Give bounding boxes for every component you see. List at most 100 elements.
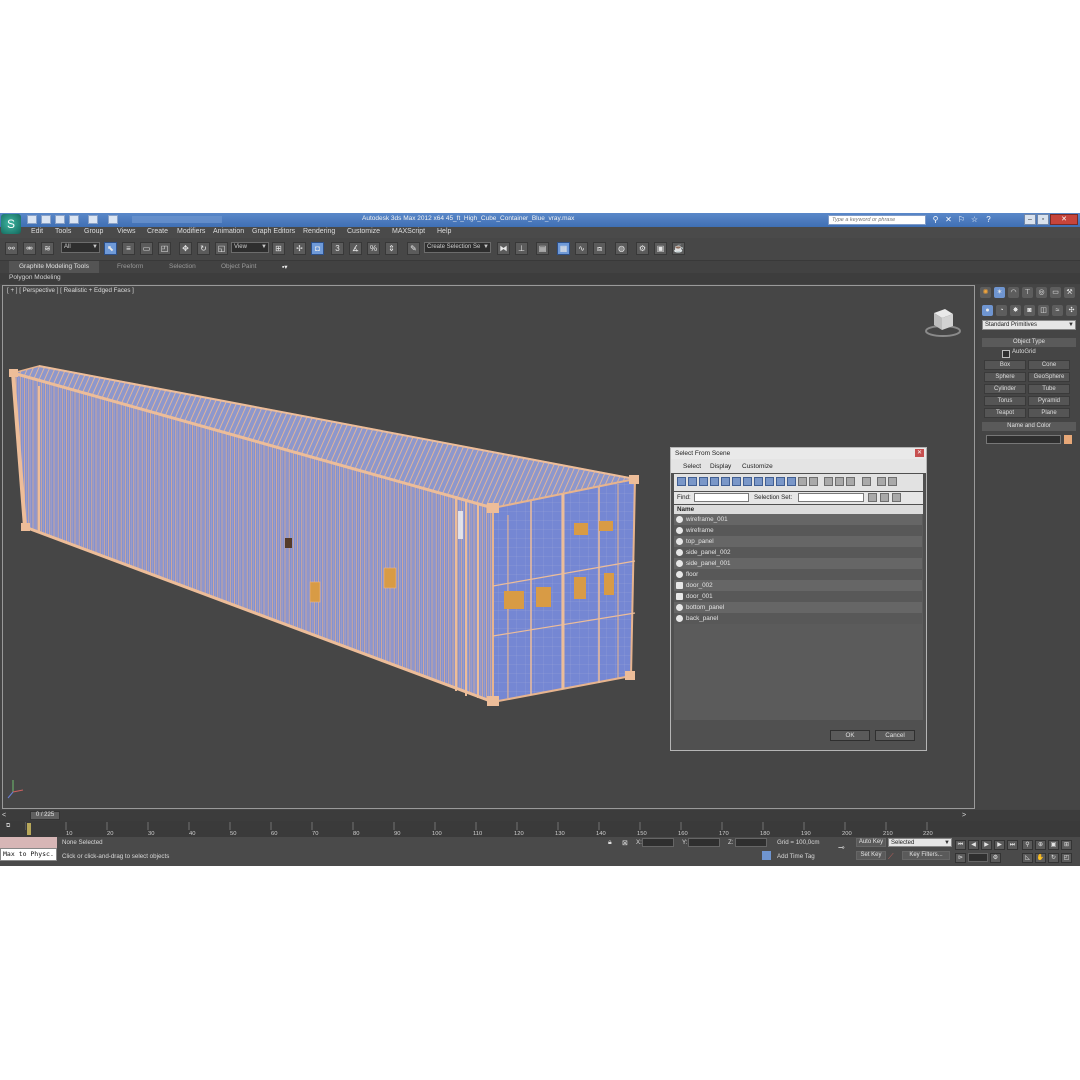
scroll-right-icon[interactable]: > <box>962 811 970 820</box>
next-frame-icon[interactable]: ▶ <box>994 840 1005 850</box>
menu-rendering[interactable]: Rendering <box>303 228 335 235</box>
menu-help[interactable]: Help <box>437 228 451 235</box>
dialog-menu-select[interactable]: Select <box>683 463 701 470</box>
tab-selection[interactable]: Selection <box>169 263 196 270</box>
curve-editor-icon[interactable]: ∿ <box>575 242 588 255</box>
list-item[interactable]: floor <box>674 569 922 580</box>
display-helpers-icon[interactable] <box>721 477 730 486</box>
column-header-name[interactable]: Name <box>674 505 923 514</box>
menu-group[interactable]: Group <box>84 228 103 235</box>
add-time-tag-button[interactable]: Add Time Tag <box>777 853 815 860</box>
object-color-swatch[interactable] <box>1064 435 1072 444</box>
track-bar[interactable]: ⧉ 10 20 30 40 50 60 70 80 90 100 110 120… <box>0 821 1080 837</box>
lights-category-icon[interactable]: ✸ <box>1010 305 1021 316</box>
goto-end-icon[interactable]: ⏭ <box>1007 840 1018 850</box>
scale-icon[interactable]: ◱ <box>215 242 228 255</box>
list-item[interactable]: door_001 <box>674 591 922 602</box>
rotate-icon[interactable]: ↻ <box>197 242 210 255</box>
dialog-menu-customize[interactable]: Customize <box>742 463 773 470</box>
zoom-all-icon[interactable]: ⊕ <box>1035 840 1046 850</box>
display-geometry-icon[interactable] <box>677 477 686 486</box>
pyramid-button[interactable]: Pyramid <box>1028 396 1070 406</box>
geosphere-button[interactable]: GeoSphere <box>1028 372 1070 382</box>
search-input[interactable]: Type a keyword or phrase <box>828 215 926 225</box>
x-coordinate-field[interactable] <box>642 838 674 847</box>
ok-button[interactable]: OK <box>830 730 870 741</box>
maximize-viewport-icon[interactable]: ◰ <box>1061 853 1072 863</box>
display-hidden-icon[interactable] <box>798 477 807 486</box>
mini-curve-editor-icon[interactable]: ⧉ <box>6 823 18 833</box>
modify-tab-icon[interactable]: ◠ <box>1008 287 1019 298</box>
tab-graphite-modeling-tools[interactable]: Graphite Modeling Tools <box>9 261 99 273</box>
new-file-icon[interactable] <box>27 215 37 224</box>
select-invert-icon[interactable] <box>846 477 855 486</box>
select-none-icon[interactable] <box>835 477 844 486</box>
polygon-modeling-label[interactable]: Polygon Modeling <box>9 274 61 281</box>
list-item[interactable]: side_panel_001 <box>674 558 922 569</box>
key-mode-dropdown[interactable]: Selected ▼ <box>888 838 952 847</box>
field-of-view-icon[interactable]: ◺ <box>1022 853 1033 863</box>
z-coordinate-field[interactable] <box>735 838 767 847</box>
filter-icon[interactable] <box>877 477 886 486</box>
list-item[interactable]: door_002 <box>674 580 922 591</box>
display-all-icon[interactable] <box>809 477 818 486</box>
menu-graph-editors[interactable]: Graph Editors <box>252 228 295 235</box>
find-case-sensitive-icon[interactable] <box>888 477 897 486</box>
y-coordinate-field[interactable] <box>688 838 720 847</box>
schematic-view-icon[interactable]: ⧈ <box>593 242 606 255</box>
pivot-center-icon[interactable]: ⊞ <box>272 242 285 255</box>
open-file-icon[interactable] <box>41 215 51 224</box>
maxscript-listener-mini[interactable] <box>0 837 57 848</box>
key-mode-toggle-icon[interactable]: ⊳ <box>955 853 966 863</box>
display-lights-icon[interactable] <box>699 477 708 486</box>
select-object-icon[interactable]: ⬉ <box>104 242 117 255</box>
snaps-toggle-icon[interactable]: 3 <box>331 242 344 255</box>
favorites-icon[interactable]: ☆ <box>970 215 979 224</box>
select-and-link-icon[interactable]: ⚯ <box>5 242 18 255</box>
edit-named-selection-icon[interactable]: ✎ <box>407 242 420 255</box>
tab-object-paint[interactable]: Object Paint <box>221 263 256 270</box>
window-crossing-icon[interactable]: ◰ <box>158 242 171 255</box>
align-icon[interactable]: ⊥ <box>515 242 528 255</box>
plane-button[interactable]: Plane <box>1028 408 1070 418</box>
set-key-button[interactable]: Set Key <box>856 851 886 860</box>
display-xrefs-icon[interactable] <box>754 477 763 486</box>
graphite-toggle-icon[interactable]: ▦ <box>557 242 570 255</box>
find-input[interactable] <box>694 493 749 502</box>
teapot-button[interactable]: Teapot <box>984 408 1026 418</box>
menu-maxscript[interactable]: MAXScript <box>392 228 425 235</box>
primitive-category-dropdown[interactable]: Standard Primitives ▼ <box>982 320 1076 330</box>
display-spacewarps-icon[interactable] <box>732 477 741 486</box>
time-tag-icon[interactable] <box>762 851 771 860</box>
zoom-extents-all-icon[interactable]: ⊞ <box>1061 840 1072 850</box>
unlink-icon[interactable]: ⚮ <box>23 242 36 255</box>
move-icon[interactable]: ✥ <box>179 242 192 255</box>
geometry-category-icon[interactable]: ● <box>982 305 993 316</box>
tab-freeform[interactable]: Freeform <box>117 263 143 270</box>
select-all-icon[interactable] <box>824 477 833 486</box>
helpers-category-icon[interactable]: ◫ <box>1038 305 1049 316</box>
keyboard-shortcut-override-icon[interactable]: ◘ <box>311 242 324 255</box>
time-slider-track[interactable]: 0 / 225 < > <box>0 810 1080 821</box>
hierarchy-tab-icon[interactable]: ⊤ <box>1022 287 1033 298</box>
select-manipulate-icon[interactable]: ✢ <box>293 242 306 255</box>
play-icon[interactable]: ▶ <box>981 840 992 850</box>
dialog-close-button[interactable]: ✕ <box>915 449 924 457</box>
box-button[interactable]: Box <box>984 360 1026 370</box>
list-item[interactable]: top_panel <box>674 536 922 547</box>
spacewarps-category-icon[interactable]: ≈ <box>1052 305 1063 316</box>
workspace-dropdown[interactable] <box>132 216 222 223</box>
cylinder-button[interactable]: Cylinder <box>984 384 1026 394</box>
undo-icon[interactable] <box>69 215 79 224</box>
motion-tab-icon[interactable]: ◎ <box>1036 287 1047 298</box>
zoom-extents-icon[interactable]: ▣ <box>1048 840 1059 850</box>
render-teapot-icon[interactable]: ☕ <box>672 242 685 255</box>
menu-customize[interactable]: Customize <box>347 228 380 235</box>
subscription-icon[interactable]: ✕ <box>944 215 953 224</box>
viewcube-icon[interactable] <box>923 303 963 339</box>
scroll-left-icon[interactable]: < <box>2 811 10 820</box>
list-item[interactable]: back_panel <box>674 613 922 624</box>
perspective-viewport[interactable]: [ + ] [ Perspective ] [ Realistic + Edge… <box>2 285 975 809</box>
create-tab-icon[interactable]: ✶ <box>994 287 1005 298</box>
key-filter-icon[interactable]: ⟋ <box>888 852 894 862</box>
